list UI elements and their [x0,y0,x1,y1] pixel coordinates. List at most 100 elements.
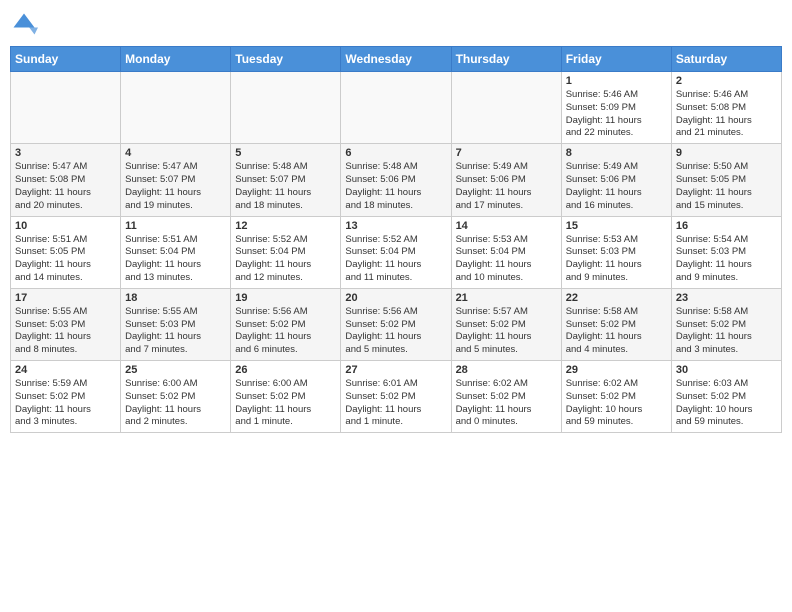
day-number: 22 [566,292,667,304]
day-cell [121,72,231,144]
day-number: 26 [235,364,336,376]
day-info: Sunrise: 5:51 AM Sunset: 5:05 PM Dayligh… [15,234,116,285]
day-number: 2 [676,75,777,87]
week-row-4: 17 Sunrise: 5:55 AM Sunset: 5:03 PM Dayli… [11,288,782,360]
day-number: 13 [345,220,446,232]
day-cell: 6 Sunrise: 5:48 AM Sunset: 5:06 PM Daylig… [341,144,451,216]
day-number: 16 [676,220,777,232]
day-cell: 25 Sunrise: 6:00 AM Sunset: 5:02 PM Dayli… [121,361,231,433]
day-info: Sunrise: 5:54 AM Sunset: 5:03 PM Dayligh… [676,234,777,285]
day-cell: 5 Sunrise: 5:48 AM Sunset: 5:07 PM Daylig… [231,144,341,216]
logo-icon [10,10,38,38]
day-number: 5 [235,147,336,159]
weekday-header-wednesday: Wednesday [341,47,451,72]
day-number: 4 [125,147,226,159]
day-info: Sunrise: 5:46 AM Sunset: 5:09 PM Dayligh… [566,89,667,140]
day-cell: 18 Sunrise: 5:55 AM Sunset: 5:03 PM Dayli… [121,288,231,360]
day-info: Sunrise: 5:50 AM Sunset: 5:05 PM Dayligh… [676,161,777,212]
day-cell: 29 Sunrise: 6:02 AM Sunset: 5:02 PM Dayli… [561,361,671,433]
day-number: 20 [345,292,446,304]
day-cell [341,72,451,144]
day-number: 18 [125,292,226,304]
day-number: 8 [566,147,667,159]
day-cell: 23Sunrise: 5:58 AM Sunset: 5:02 PM Dayli… [671,288,781,360]
day-number: 19 [235,292,336,304]
day-cell [451,72,561,144]
day-info: Sunrise: 5:58 AM Sunset: 5:02 PM Dayligh… [676,306,777,357]
day-cell: 15 Sunrise: 5:53 AM Sunset: 5:03 PM Dayli… [561,216,671,288]
day-info: Sunrise: 5:48 AM Sunset: 5:07 PM Dayligh… [235,161,336,212]
day-number: 27 [345,364,446,376]
day-info: Sunrise: 5:48 AM Sunset: 5:06 PM Dayligh… [345,161,446,212]
day-cell: 13 Sunrise: 5:52 AM Sunset: 5:04 PM Dayli… [341,216,451,288]
weekday-header-saturday: Saturday [671,47,781,72]
day-number: 12 [235,220,336,232]
day-number: 6 [345,147,446,159]
day-info: Sunrise: 5:58 AM Sunset: 5:02 PM Dayligh… [566,306,667,357]
day-number: 25 [125,364,226,376]
day-info: Sunrise: 5:57 AM Sunset: 5:02 PM Dayligh… [456,306,557,357]
day-info: Sunrise: 6:01 AM Sunset: 5:02 PM Dayligh… [345,378,446,429]
day-number: 28 [456,364,557,376]
day-number: 24 [15,364,116,376]
day-number: 3 [15,147,116,159]
day-cell: 14Sunrise: 5:53 AM Sunset: 5:04 PM Dayli… [451,216,561,288]
day-info: Sunrise: 5:47 AM Sunset: 5:07 PM Dayligh… [125,161,226,212]
day-cell: 24 Sunrise: 5:59 AM Sunset: 5:02 PM Dayli… [11,361,121,433]
day-info: Sunrise: 5:52 AM Sunset: 5:04 PM Dayligh… [235,234,336,285]
day-info: Sunrise: 5:55 AM Sunset: 5:03 PM Dayligh… [15,306,116,357]
day-info: Sunrise: 5:56 AM Sunset: 5:02 PM Dayligh… [345,306,446,357]
day-info: Sunrise: 5:59 AM Sunset: 5:02 PM Dayligh… [15,378,116,429]
day-cell: 26 Sunrise: 6:00 AM Sunset: 5:02 PM Dayli… [231,361,341,433]
day-info: Sunrise: 6:03 AM Sunset: 5:02 PM Dayligh… [676,378,777,429]
day-cell: 11 Sunrise: 5:51 AM Sunset: 5:04 PM Dayli… [121,216,231,288]
day-info: Sunrise: 5:51 AM Sunset: 5:04 PM Dayligh… [125,234,226,285]
weekday-header-sunday: Sunday [11,47,121,72]
day-cell: 17 Sunrise: 5:55 AM Sunset: 5:03 PM Dayli… [11,288,121,360]
day-cell: 1Sunrise: 5:46 AM Sunset: 5:09 PM Daylig… [561,72,671,144]
day-number: 11 [125,220,226,232]
day-info: Sunrise: 5:52 AM Sunset: 5:04 PM Dayligh… [345,234,446,285]
day-cell: 20 Sunrise: 5:56 AM Sunset: 5:02 PM Dayli… [341,288,451,360]
day-info: Sunrise: 6:02 AM Sunset: 5:02 PM Dayligh… [566,378,667,429]
week-row-3: 10 Sunrise: 5:51 AM Sunset: 5:05 PM Dayli… [11,216,782,288]
day-info: Sunrise: 6:00 AM Sunset: 5:02 PM Dayligh… [125,378,226,429]
day-cell: 30 Sunrise: 6:03 AM Sunset: 5:02 PM Dayli… [671,361,781,433]
day-number: 10 [15,220,116,232]
day-cell: 2 Sunrise: 5:46 AM Sunset: 5:08 PM Daylig… [671,72,781,144]
day-number: 30 [676,364,777,376]
day-cell: 8 Sunrise: 5:49 AM Sunset: 5:06 PM Daylig… [561,144,671,216]
day-cell: 21 Sunrise: 5:57 AM Sunset: 5:02 PM Dayli… [451,288,561,360]
day-number: 9 [676,147,777,159]
week-row-1: 1Sunrise: 5:46 AM Sunset: 5:09 PM Daylig… [11,72,782,144]
weekday-header-tuesday: Tuesday [231,47,341,72]
day-info: Sunrise: 5:53 AM Sunset: 5:04 PM Dayligh… [456,234,557,285]
logo [10,10,42,38]
day-number: 7 [456,147,557,159]
day-cell [231,72,341,144]
day-info: Sunrise: 5:53 AM Sunset: 5:03 PM Dayligh… [566,234,667,285]
weekday-header-row: SundayMondayTuesdayWednesdayThursdayFrid… [11,47,782,72]
day-number: 21 [456,292,557,304]
day-cell: 19 Sunrise: 5:56 AM Sunset: 5:02 PM Dayli… [231,288,341,360]
day-cell: 9 Sunrise: 5:50 AM Sunset: 5:05 PM Daylig… [671,144,781,216]
day-info: Sunrise: 5:49 AM Sunset: 5:06 PM Dayligh… [566,161,667,212]
header [10,10,782,38]
day-cell: 10 Sunrise: 5:51 AM Sunset: 5:05 PM Dayli… [11,216,121,288]
day-info: Sunrise: 5:56 AM Sunset: 5:02 PM Dayligh… [235,306,336,357]
page-container: SundayMondayTuesdayWednesdayThursdayFrid… [0,0,792,443]
calendar: SundayMondayTuesdayWednesdayThursdayFrid… [10,46,782,433]
day-cell: 16 Sunrise: 5:54 AM Sunset: 5:03 PM Dayli… [671,216,781,288]
day-cell: 22 Sunrise: 5:58 AM Sunset: 5:02 PM Dayli… [561,288,671,360]
day-number: 17 [15,292,116,304]
day-number: 15 [566,220,667,232]
day-info: Sunrise: 5:46 AM Sunset: 5:08 PM Dayligh… [676,89,777,140]
week-row-5: 24 Sunrise: 5:59 AM Sunset: 5:02 PM Dayli… [11,361,782,433]
day-cell [11,72,121,144]
day-number: 29 [566,364,667,376]
day-info: Sunrise: 5:47 AM Sunset: 5:08 PM Dayligh… [15,161,116,212]
day-cell: 27 Sunrise: 6:01 AM Sunset: 5:02 PM Dayli… [341,361,451,433]
day-info: Sunrise: 6:00 AM Sunset: 5:02 PM Dayligh… [235,378,336,429]
day-info: Sunrise: 5:55 AM Sunset: 5:03 PM Dayligh… [125,306,226,357]
week-row-2: 3 Sunrise: 5:47 AM Sunset: 5:08 PM Daylig… [11,144,782,216]
